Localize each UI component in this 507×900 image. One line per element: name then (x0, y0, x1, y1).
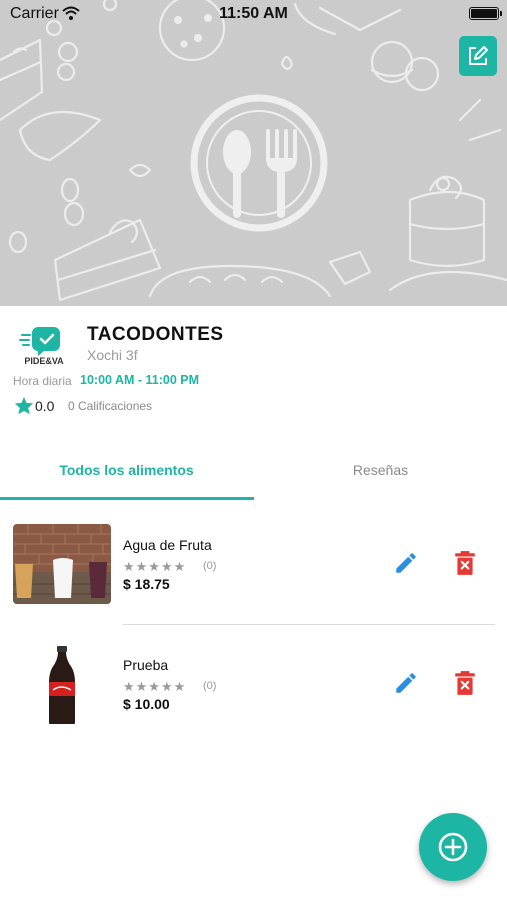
item-image (13, 524, 111, 604)
drinks-photo (13, 524, 111, 604)
store-logo: PIDE&VA (18, 323, 70, 367)
star-icon (14, 396, 34, 415)
item-divider (123, 624, 495, 625)
hours-label: Hora diaria (13, 374, 72, 388)
pide-va-logo: PIDE&VA (19, 327, 64, 366)
food-doodles-illustration (0, 0, 507, 302)
edit-store-button[interactable] (459, 36, 497, 76)
status-bar: Carrier 11:50 AM (0, 0, 507, 30)
pencil-icon[interactable] (393, 670, 419, 696)
edit-square-icon (469, 46, 488, 65)
tab-reviews[interactable]: Reseñas (254, 450, 507, 500)
list-item[interactable]: Agua de Fruta ★★★★★ (0) $ 18.75 (0, 520, 507, 640)
item-rating-count: (0) (203, 680, 217, 692)
pencil-icon[interactable] (393, 550, 419, 576)
rating-count: 0 Calificaciones (68, 399, 153, 413)
logo-text: PIDE&VA (24, 356, 64, 366)
item-price: $ 18.75 (123, 576, 170, 592)
list-item[interactable]: Prueba ★★★★★ (0) $ 10.00 (0, 640, 507, 760)
store-address: Xochi 3f (87, 347, 138, 363)
item-rating-count: (0) (203, 560, 217, 572)
utensils-icon (190, 94, 328, 232)
tab-indicator (0, 497, 254, 500)
soda-bottle-photo (13, 644, 111, 724)
plus-circle-icon (438, 832, 468, 862)
hours-value: 10:00 AM - 11:00 PM (80, 373, 200, 387)
item-price: $ 10.00 (123, 696, 170, 712)
status-time: 11:50 AM (219, 5, 288, 22)
store-banner (0, 0, 507, 306)
add-item-button[interactable] (419, 813, 487, 881)
tab-all-foods[interactable]: Todos los alimentos (0, 450, 253, 500)
item-name: Agua de Fruta (123, 537, 212, 553)
rating-value: 0.0 (35, 398, 55, 414)
item-stars: ★★★★★ (123, 559, 187, 574)
trash-icon[interactable] (454, 550, 476, 576)
battery-icon (469, 7, 502, 20)
item-name: Prueba (123, 657, 169, 673)
item-stars: ★★★★★ (123, 679, 187, 694)
store-name: TACODONTES (87, 324, 224, 345)
trash-icon[interactable] (454, 670, 476, 696)
item-image (13, 644, 111, 724)
